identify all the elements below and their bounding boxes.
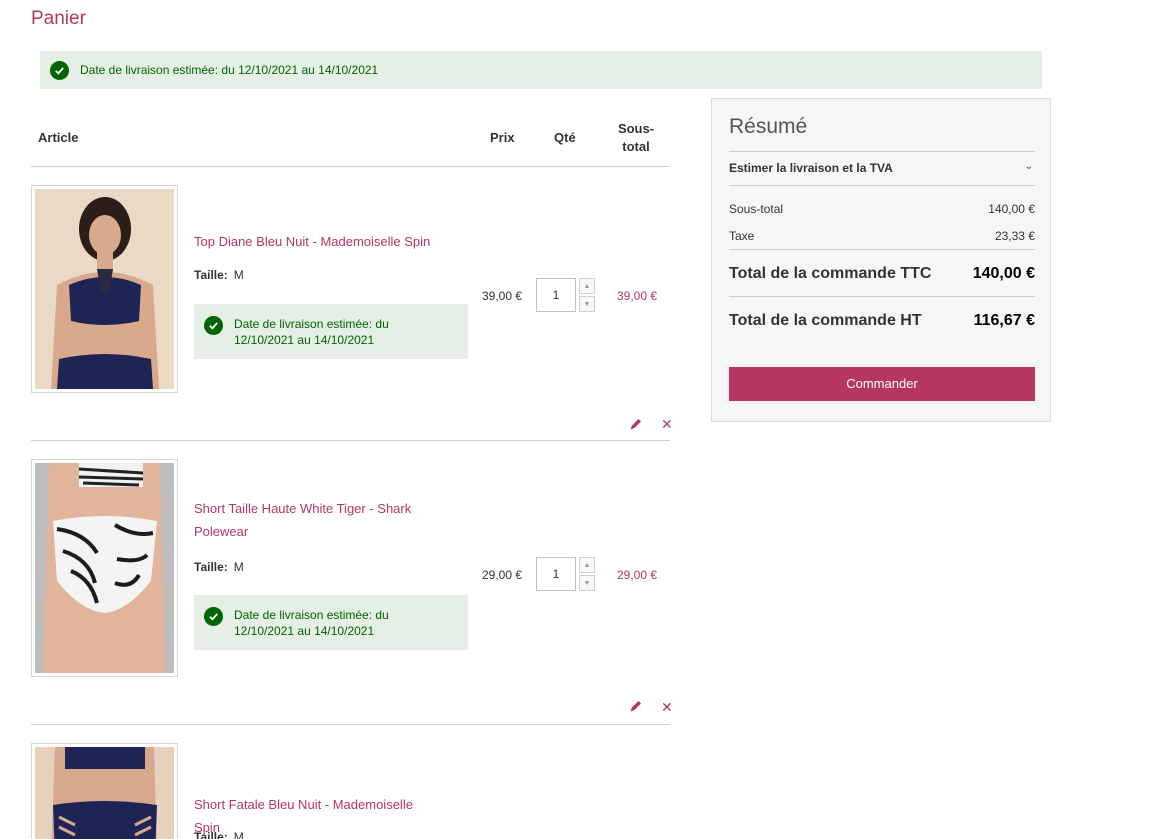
summary-divider [729,185,1035,186]
delivery-banner-text: Date de livraison estimée: du 12/10/2021… [80,63,379,77]
check-circle-icon [204,316,223,335]
item-divider [31,724,670,725]
page-title: Panier [31,8,86,29]
order-summary: Résumé Estimer la livraison et la TVA ⌄ … [711,98,1051,422]
check-circle-icon [204,607,223,626]
qty-increase-icon[interactable]: ▲ [579,278,595,294]
header-price: Prix [490,130,515,145]
chevron-down-icon: ⌄ [1024,161,1033,172]
quantity-input[interactable]: 1 [536,278,576,312]
estimate-shipping-toggle[interactable]: Estimer la livraison et la TVA ⌄ [729,161,1035,175]
product-size: Taille: M [194,268,244,282]
quantity-input[interactable]: 1 [536,557,576,591]
item-delivery-text: Date de livraison estimée: du 12/10/2021… [234,607,389,638]
item-delivery-text: Date de livraison estimée: du 12/10/2021… [234,316,389,347]
estimate-label: Estimer la livraison et la TVA [729,161,893,175]
item-divider [31,440,670,441]
product-subtotal: 39,00 € [617,289,658,303]
product-image[interactable] [31,185,178,393]
product-image[interactable] [31,459,178,677]
remove-x-icon[interactable]: ✕ [661,700,673,714]
quantity-stepper[interactable]: ▲ ▼ [579,278,595,312]
tax-label: Taxe [729,229,755,243]
summary-total-ttc-row: Total de la commande TTC 140,00 € [729,265,1035,283]
summary-title: Résumé [729,115,808,138]
size-label: Taille: [194,830,228,839]
subtotal-label: Sous-total [729,202,784,216]
size-label: Taille: [194,268,228,282]
subtotal-value: 140,00 € [988,202,1035,216]
summary-divider [729,296,1035,297]
total-ht-label: Total de la commande HT [729,312,922,329]
size-label: Taille: [194,560,228,574]
summary-divider [729,151,1035,152]
product-price: 39,00 € [482,289,523,303]
size-value: M [233,560,244,574]
summary-divider [729,249,1035,250]
total-ttc-value: 140,00 € [972,265,1035,282]
product-name-link[interactable]: Top Diane Bleu Nuit - Mademoiselle Spin [194,230,434,253]
total-ttc-label: Total de la commande TTC [729,265,932,282]
product-size: Taille: M [194,830,244,839]
item-delivery-notice: Date de livraison estimée: du 12/10/2021… [194,595,468,650]
edit-pencil-icon[interactable] [629,699,643,713]
summary-subtotal-row: Sous-total 140,00 € [729,202,1035,216]
header-qty: Qté [554,130,576,145]
product-size: Taille: M [194,560,244,574]
qty-increase-icon[interactable]: ▲ [579,557,595,573]
remove-x-icon[interactable]: ✕ [661,417,673,431]
tax-value: 23,33 € [994,229,1035,243]
checkout-button[interactable]: Commander [729,367,1035,401]
size-value: M [233,830,244,839]
quantity-stepper[interactable]: ▲ ▼ [579,557,595,591]
size-value: M [233,268,244,282]
product-name-link[interactable]: Short Taille Haute White Tiger - Shark P… [194,497,434,543]
item-delivery-notice: Date de livraison estimée: du 12/10/2021… [194,304,468,359]
cart-table-header: Article Prix Qté Sous-total [31,118,670,167]
delivery-banner: Date de livraison estimée: du 12/10/2021… [40,51,1042,89]
product-price: 29,00 € [482,568,523,582]
product-subtotal: 29,00 € [617,568,658,582]
summary-tax-row: Taxe 23,33 € [729,229,1035,243]
product-image[interactable] [31,743,178,839]
header-article: Article [38,130,79,145]
total-ht-value: 116,67 € [973,312,1035,329]
qty-decrease-icon[interactable]: ▼ [579,575,595,591]
check-circle-icon [50,60,69,80]
header-subtotal: Sous-total [617,121,655,154]
qty-decrease-icon[interactable]: ▼ [579,296,595,312]
edit-pencil-icon[interactable] [629,417,643,431]
summary-total-ht-row: Total de la commande HT 116,67 € [729,312,1035,330]
